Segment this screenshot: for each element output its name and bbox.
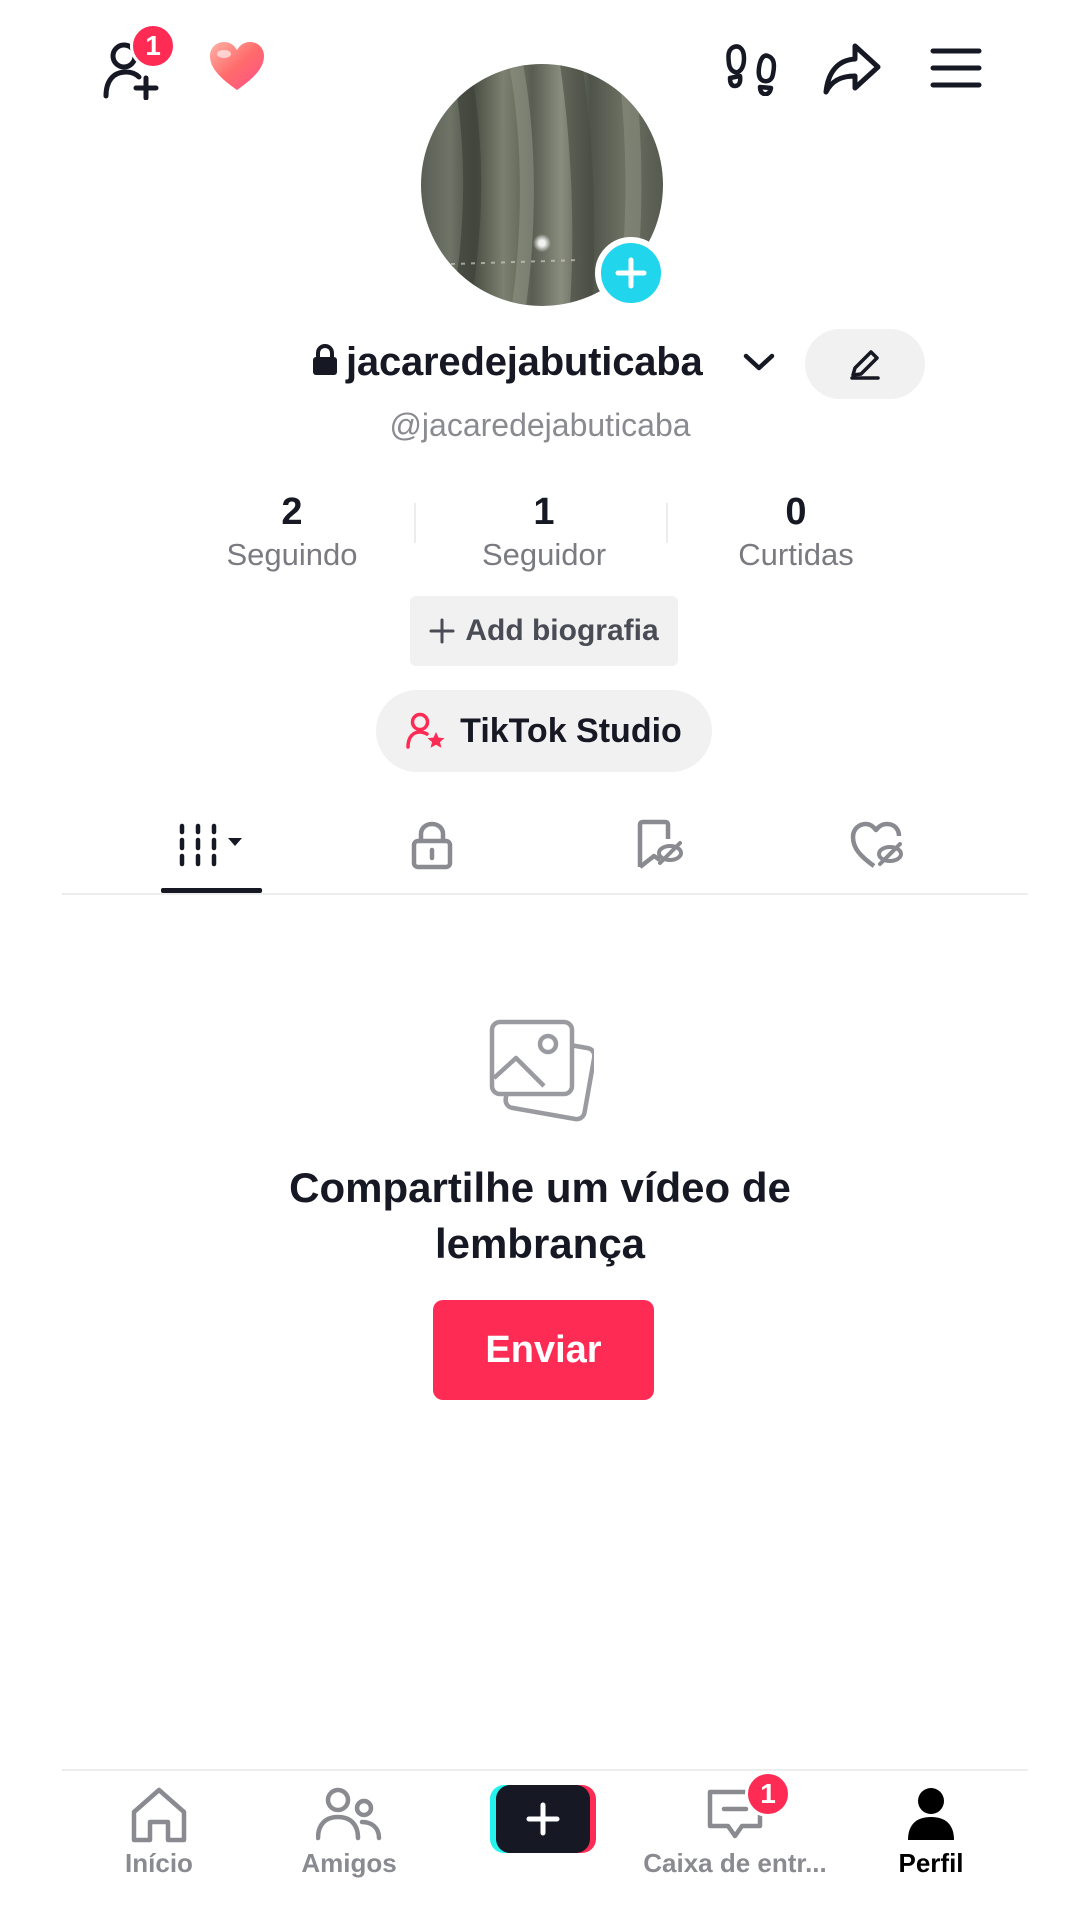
stat-label: Seguindo	[226, 537, 358, 572]
studio-label: TikTok Studio	[460, 711, 682, 750]
stat-value: 2	[281, 491, 303, 533]
stat-value: 0	[785, 491, 807, 533]
photos-icon	[488, 1018, 597, 1129]
plus-icon	[615, 257, 647, 289]
chevron-down-icon[interactable]	[742, 350, 776, 374]
tiktok-studio-button[interactable]: TikTok Studio	[376, 690, 712, 772]
create-plus-icon	[490, 1785, 596, 1853]
stat-divider	[414, 503, 416, 543]
tabs-divider	[62, 893, 1028, 895]
username-switcher[interactable]: jacaredejabuticaba	[340, 336, 780, 388]
stat-likes[interactable]: 0 Curtidas	[686, 488, 906, 576]
nav-friends[interactable]: Amigos	[254, 1780, 444, 1900]
heart-hidden-icon	[850, 821, 903, 868]
empty-state-title: Compartilhe um vídeo de lembrança	[0, 1160, 1080, 1272]
edit-profile-button[interactable]	[805, 329, 925, 399]
footprints-button[interactable]	[724, 42, 778, 96]
home-icon	[131, 1787, 187, 1843]
pencil-icon	[850, 350, 880, 380]
videos-grid-tab[interactable]	[152, 815, 272, 875]
liked-tab[interactable]	[818, 815, 938, 875]
share-icon	[823, 43, 881, 95]
creator-star-icon	[406, 712, 445, 749]
favorites-tab[interactable]	[598, 815, 718, 875]
friends-icon	[316, 1787, 382, 1841]
private-tab[interactable]	[372, 815, 492, 875]
grid-icon	[179, 823, 242, 867]
nav-label: Amigos	[301, 1848, 397, 1878]
add-bio-button[interactable]: Add biografia	[410, 596, 678, 666]
stat-followers[interactable]: 1 Seguidor	[434, 488, 654, 576]
nav-profile[interactable]: Perfil	[836, 1780, 1026, 1900]
menu-button[interactable]	[930, 46, 982, 90]
add-bio-label: Add biografia	[465, 614, 659, 647]
empty-title-line1: Compartilhe um vídeo de	[289, 1164, 791, 1211]
plus-icon	[429, 618, 455, 644]
share-profile-button[interactable]	[822, 42, 882, 96]
footprints-icon	[726, 44, 777, 96]
create-post-button[interactable]	[490, 1785, 596, 1853]
bookmark-hidden-icon	[637, 819, 683, 869]
profile-icon	[908, 1788, 954, 1840]
upload-button[interactable]: Enviar	[433, 1300, 654, 1400]
stat-label: Curtidas	[738, 537, 854, 572]
stat-value: 1	[533, 491, 555, 533]
nav-home[interactable]: Início	[64, 1780, 254, 1900]
inbox-badge: 1	[745, 1771, 791, 1817]
username: jacaredejabuticaba	[346, 340, 703, 384]
lock-icon	[312, 344, 338, 376]
add-avatar-button[interactable]	[595, 237, 667, 309]
nav-inbox[interactable]: Caixa de entr...	[640, 1780, 830, 1900]
nav-label: Início	[125, 1848, 193, 1878]
nav-label: Perfil	[898, 1848, 964, 1878]
stat-following[interactable]: 2 Seguindo	[182, 488, 402, 576]
stat-divider	[666, 503, 668, 543]
bottom-nav-divider	[62, 1769, 1028, 1771]
nav-label: Caixa de entr...	[643, 1848, 827, 1878]
heart-emoji-icon[interactable]	[208, 40, 266, 92]
user-handle: @jacaredejabuticaba	[389, 407, 691, 443]
lock-outline-icon	[411, 821, 453, 870]
stat-label: Seguidor	[481, 537, 607, 572]
add-friend-badge: 1	[130, 23, 176, 69]
menu-icon	[930, 48, 982, 88]
empty-title-line2: lembrança	[434, 1220, 646, 1267]
